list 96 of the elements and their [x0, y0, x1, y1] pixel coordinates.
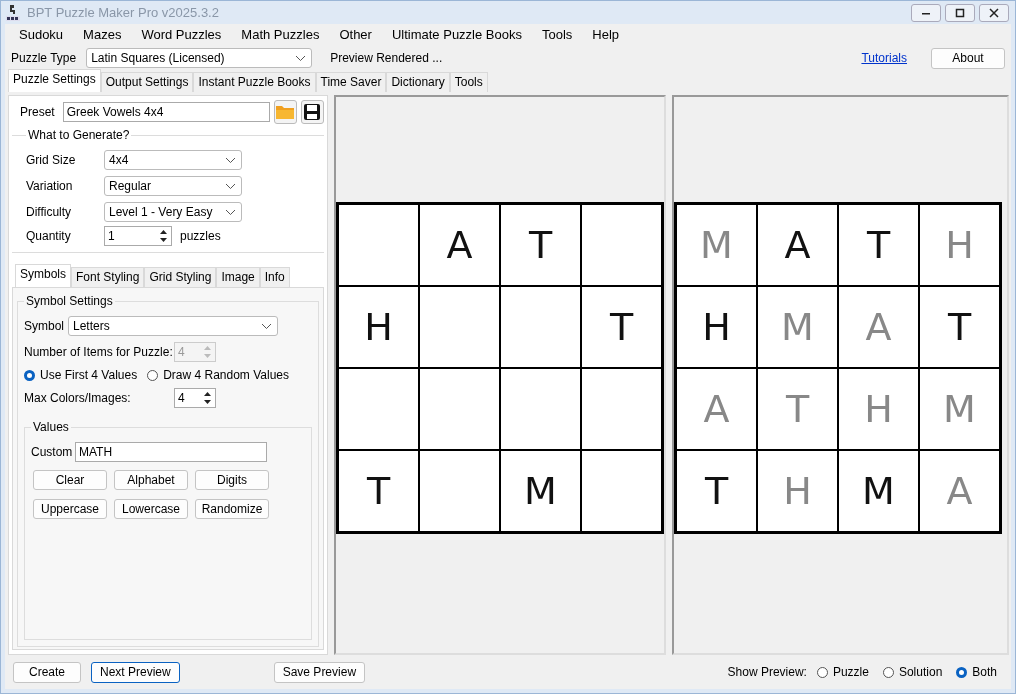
symbol-dropdown[interactable]: Letters — [68, 316, 278, 336]
grid-cell: M — [501, 451, 580, 531]
menu-item[interactable]: Help — [582, 26, 630, 42]
field-label: Symbol — [24, 319, 65, 333]
about-button[interactable]: About — [931, 47, 1005, 69]
tab[interactable]: Symbols — [15, 264, 71, 287]
puzzle-type-label: Puzzle Type — [11, 51, 77, 65]
grid-cell: A — [420, 205, 499, 285]
grid-cell: H — [677, 287, 756, 367]
menu-item[interactable]: Mazes — [73, 26, 132, 42]
radio-option[interactable]: Puzzle — [816, 665, 869, 679]
value-button[interactable]: Clear — [33, 470, 107, 490]
maximize-button[interactable] — [945, 3, 975, 22]
radio-option[interactable]: Solution — [882, 665, 943, 679]
grid-cell: H — [758, 451, 837, 531]
group-title: Values — [32, 420, 70, 434]
spinner-arrows-icon — [203, 344, 212, 360]
tab[interactable]: Output Settings — [100, 72, 194, 92]
value-button[interactable]: Lowercase — [114, 499, 188, 519]
value-button[interactable]: Alphabet — [114, 470, 188, 490]
tab[interactable]: Instant Puzzle Books — [193, 72, 316, 92]
tab[interactable]: Dictionary — [386, 72, 450, 92]
grid-cell: A — [677, 369, 756, 449]
spinner-arrows-icon — [203, 390, 212, 406]
grid-cell: M — [920, 369, 999, 449]
maximize-icon — [955, 7, 965, 18]
value-button[interactable]: Randomize — [195, 499, 269, 519]
tab[interactable]: Grid Styling — [144, 267, 217, 287]
grid-cell: A — [839, 287, 918, 367]
status-text: Preview Rendered ... — [330, 51, 443, 65]
grid-cell: T — [582, 287, 661, 367]
show-preview-label: Show Preview: — [727, 665, 807, 679]
grid-cell: T — [339, 451, 418, 531]
preset-field[interactable]: Greek Vowels 4x4 — [62, 102, 270, 122]
radio-option[interactable]: Use First 4 Values — [24, 368, 138, 382]
menu-item[interactable]: Math Puzzles — [231, 26, 330, 42]
group-title: Symbol Settings — [25, 294, 114, 308]
menu-item[interactable]: Sudoku — [9, 26, 74, 42]
grid-cell: H — [339, 287, 418, 367]
tab[interactable]: Image — [216, 267, 260, 287]
caret-icon — [226, 209, 235, 215]
radio-option[interactable]: Draw 4 Random Values — [147, 368, 289, 382]
grid-cell: M — [758, 287, 837, 367]
grid-cell: H — [839, 369, 918, 449]
field-label: Variation — [26, 179, 74, 193]
tab[interactable]: Font Styling — [71, 267, 145, 287]
dropdown[interactable]: Regular — [104, 176, 242, 196]
field-label: Max Colors/Images: — [24, 391, 132, 405]
tab[interactable]: Time Saver — [315, 72, 387, 92]
tab[interactable]: Tools — [449, 72, 488, 92]
radio-option[interactable]: Both — [956, 665, 997, 679]
tab[interactable]: Puzzle Settings — [8, 69, 101, 92]
menu-item[interactable]: Ultimate Puzzle Books — [381, 26, 532, 42]
field-label: Quantity — [26, 229, 72, 243]
tutorials-link[interactable]: Tutorials — [861, 51, 907, 65]
menu-item[interactable]: Tools — [532, 26, 583, 42]
field-label: Number of Items for Puzzle: — [24, 345, 174, 359]
value-button[interactable]: Uppercase — [33, 499, 107, 519]
grid-cell: T — [501, 205, 580, 285]
action-button[interactable]: Create — [13, 661, 81, 683]
puzzle-type-dropdown[interactable]: Latin Squares (Licensed) — [86, 48, 313, 68]
caret-icon — [226, 183, 235, 189]
value-button[interactable]: Digits — [195, 470, 269, 490]
group-title: What to Generate? — [27, 128, 131, 142]
dropdown[interactable]: Level 1 - Very Easy — [104, 202, 242, 222]
tab[interactable]: Info — [259, 267, 290, 287]
action-button[interactable]: Next Preview — [91, 661, 180, 683]
menu-item[interactable]: Word Puzzles — [131, 26, 232, 42]
field-label: Difficulty — [26, 205, 73, 219]
window-title: BPT Puzzle Maker Pro v2025.3.2 — [27, 5, 219, 20]
grid-cell: H — [920, 205, 999, 285]
grid-cell: A — [758, 205, 837, 285]
grid-cell: T — [839, 205, 918, 285]
preset-label: Preset — [20, 105, 55, 119]
dropdown[interactable]: 4x4 — [104, 150, 242, 170]
caret-icon — [226, 157, 235, 163]
quantity-unit: puzzles — [180, 229, 221, 243]
close-button[interactable] — [979, 3, 1009, 22]
save-preview-button[interactable]: Save Preview — [273, 661, 366, 683]
menu-item[interactable]: Other — [329, 26, 382, 42]
grid-cell: A — [920, 451, 999, 531]
grid-cell: T — [758, 369, 837, 449]
field-label: Custom — [31, 445, 74, 459]
grid-cell: M — [677, 205, 756, 285]
save-icon[interactable] — [300, 100, 324, 124]
spinner-arrows-icon — [159, 228, 168, 244]
caret-icon — [296, 55, 306, 61]
max-colors-spinner[interactable]: 4 — [174, 388, 216, 408]
grid-cell: T — [920, 287, 999, 367]
caret-icon — [262, 323, 271, 329]
quantity-spinner[interactable]: 1 — [104, 226, 172, 246]
grid-cell: T — [677, 451, 756, 531]
grid-cell: M — [839, 451, 918, 531]
field-label: Grid Size — [26, 153, 77, 167]
close-icon — [989, 7, 999, 18]
custom-values-field[interactable]: MATH — [75, 442, 267, 462]
